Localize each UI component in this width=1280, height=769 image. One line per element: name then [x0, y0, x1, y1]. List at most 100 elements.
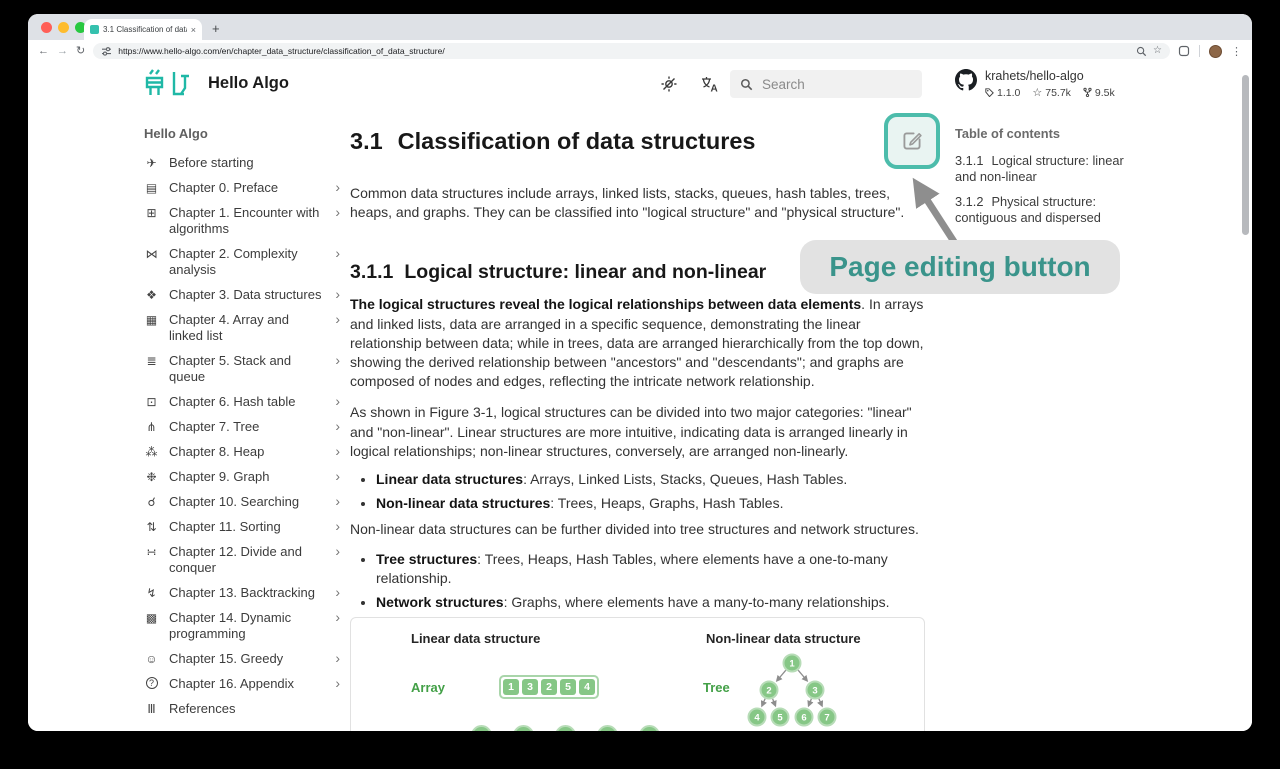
sidebar-nav: Hello Algo ✈Before starting▤Chapter 0. P… — [144, 126, 344, 722]
back-icon[interactable]: ← — [38, 46, 49, 57]
chevron-right-icon[interactable]: › — [335, 585, 344, 600]
nonlinear-division-paragraph: Non-linear data structures can be furthe… — [350, 520, 925, 539]
dp-icon: ▩ — [144, 610, 159, 626]
array-cell: 2 — [541, 679, 557, 695]
references-icon: Ⅲ — [144, 701, 159, 717]
sidebar-item-before-starting[interactable]: ✈ Before starting — [144, 151, 344, 176]
browser-tab[interactable]: 3.1 Classification of data stru × — [84, 19, 202, 40]
profile-avatar[interactable] — [1209, 45, 1222, 58]
sidebar-item-references[interactable]: ⅢReferences — [144, 697, 344, 722]
array-label: Array — [411, 680, 445, 695]
sidebar-item-chapter-2-complexity-analysis[interactable]: ⋈Chapter 2. Complexity analysis› — [144, 242, 344, 283]
sidebar-item-chapter-9-graph[interactable]: ❉Chapter 9. Graph› — [144, 465, 344, 490]
sidebar-item-chapter-10-searching[interactable]: ☌ Chapter 10. Searching › — [144, 490, 344, 515]
tune-icon[interactable] — [101, 46, 112, 57]
theme-toggle-icon[interactable] — [660, 75, 678, 93]
sidebar-item-label: Chapter 10. Searching — [169, 494, 325, 510]
chevron-right-icon[interactable]: › — [335, 353, 344, 368]
sidebar-item-chapter-15-greedy[interactable]: ☺Chapter 15. Greedy› — [144, 647, 344, 672]
translate-icon[interactable]: A — [700, 75, 719, 93]
browser-menu-icon[interactable]: ⋮ — [1231, 45, 1242, 58]
sidebar-item-chapter-11-sorting[interactable]: ⇅ Chapter 11. Sorting › — [144, 515, 344, 540]
chevron-right-icon[interactable]: › — [335, 519, 344, 534]
extensions-icon[interactable] — [1178, 45, 1190, 57]
svg-text:A: A — [711, 84, 718, 94]
rocket-icon: ✈ — [144, 155, 159, 171]
site-header: Hello Algo A — [28, 62, 1252, 106]
chevron-right-icon[interactable]: › — [335, 205, 344, 220]
array-cell: 3 — [522, 679, 538, 695]
toc-title: Table of contents — [955, 126, 1145, 141]
sidebar-item-label: Chapter 12. Divide and conquer — [169, 544, 325, 576]
page-scrollbar[interactable] — [1242, 75, 1249, 235]
bookmark-star-icon[interactable]: ☆ — [1153, 46, 1162, 56]
sidebar-item-label: Before starting — [169, 155, 344, 171]
browser-tab-strip: 3.1 Classification of data stru × + — [28, 14, 1252, 40]
chevron-right-icon[interactable]: › — [335, 469, 344, 484]
chevron-right-icon[interactable]: › — [335, 444, 344, 459]
linked-list-node — [555, 725, 576, 731]
sidebar-item-label: Chapter 4. Array and linked list — [169, 312, 325, 344]
address-bar[interactable]: https://www.hello-algo.com/en/chapter_da… — [93, 43, 1170, 59]
toc-item-3-1-2[interactable]: 3.1.2Physical structure: contiguous and … — [955, 194, 1145, 226]
greedy-icon: ☺ — [144, 651, 159, 667]
list-item: Linear data structures: Arrays, Linked L… — [376, 470, 925, 489]
repo-link[interactable]: krahets/hello-algo 1.1.0 ☆ 75.7k — [955, 69, 1115, 99]
hello-algo-logo[interactable] — [144, 68, 192, 98]
site-title[interactable]: Hello Algo — [208, 74, 289, 93]
forward-icon[interactable]: → — [57, 46, 68, 57]
sidebar-item-label: Chapter 3. Data structures — [169, 287, 325, 303]
sidebar-item-chapter-5-stack-and-queue[interactable]: ≣Chapter 5. Stack and queue› — [144, 349, 344, 390]
heap-icon: ⁂ — [144, 444, 159, 460]
logical-structure-paragraph: The logical structures reveal the logica… — [350, 295, 925, 391]
sidebar-item-chapter-7-tree[interactable]: ⋔Chapter 7. Tree› — [144, 415, 344, 440]
sidebar-item-chapter-1-encounter-with-algorithms[interactable]: ⊞Chapter 1. Encounter with algorithms› — [144, 201, 344, 242]
sidebar-item-chapter-8-heap[interactable]: ⁂Chapter 8. Heap› — [144, 440, 344, 465]
sidebar-item-chapter-0-preface[interactable]: ▤Chapter 0. Preface› — [144, 176, 344, 201]
array-cell: 1 — [503, 679, 519, 695]
chrome-actions: ⋮ — [1178, 45, 1242, 58]
sidebar-item-chapter-16-appendix[interactable]: ?Chapter 16. Appendix› — [144, 672, 344, 697]
sidebar-item-chapter-4-array-and-linked-list[interactable]: ▦Chapter 4. Array and linked list› — [144, 308, 344, 349]
chevron-right-icon[interactable]: › — [335, 180, 344, 195]
chevron-right-icon[interactable]: › — [335, 610, 344, 625]
sidebar-item-label: Chapter 11. Sorting — [169, 519, 325, 535]
chevron-right-icon[interactable]: › — [335, 419, 344, 434]
repo-stats: 1.1.0 ☆ 75.7k — [985, 86, 1115, 99]
svg-text:6: 6 — [801, 712, 806, 723]
sorting-icon: ⇅ — [144, 519, 159, 535]
toc-item-3-1-1[interactable]: 3.1.1Logical structure: linear and non-l… — [955, 153, 1145, 185]
linked-list-node — [471, 725, 492, 731]
page-edit-button[interactable] — [884, 113, 940, 169]
svg-text:3: 3 — [812, 685, 817, 696]
chevron-right-icon[interactable]: › — [335, 287, 344, 302]
sidebar-item-chapter-6-hash-table[interactable]: ⊡Chapter 6. Hash table› — [144, 390, 344, 415]
sidebar-item-chapter-14-dynamic-programming[interactable]: ▩Chapter 14. Dynamic programming› — [144, 606, 344, 647]
sidebar-item-chapter-12-divide-and-conquer[interactable]: ∺Chapter 12. Divide and conquer› — [144, 540, 344, 581]
reload-icon[interactable]: ↻ — [76, 46, 85, 57]
page-title: 3.1Classification of data structures — [350, 126, 925, 156]
chevron-right-icon[interactable]: › — [335, 544, 344, 559]
chevron-right-icon[interactable]: › — [335, 494, 344, 509]
sidebar-item-chapter-3-data-structures[interactable]: ❖Chapter 3. Data structures› — [144, 283, 344, 308]
sidebar-item-chapter-13-backtracking[interactable]: ↯Chapter 13. Backtracking› — [144, 581, 344, 606]
svg-text:7: 7 — [824, 712, 829, 723]
page-content: Hello Algo A — [28, 62, 1252, 731]
site-favicon — [90, 25, 99, 34]
chevron-right-icon[interactable]: › — [335, 676, 344, 691]
backtrack-icon: ↯ — [144, 585, 159, 601]
svg-text:4: 4 — [754, 712, 760, 723]
close-tab-icon[interactable]: × — [191, 25, 196, 35]
search-input[interactable]: Search — [730, 70, 922, 98]
chevron-right-icon[interactable]: › — [335, 246, 344, 261]
minimize-window-button[interactable] — [58, 22, 69, 33]
chevron-right-icon[interactable]: › — [335, 394, 344, 409]
chevron-right-icon[interactable]: › — [335, 651, 344, 666]
chevron-right-icon[interactable]: › — [335, 312, 344, 327]
table-of-contents: Table of contents 3.1.1Logical structure… — [955, 126, 1145, 235]
new-tab-button[interactable]: + — [212, 20, 220, 38]
zoom-icon[interactable] — [1136, 46, 1147, 57]
searching-icon: ☌ — [144, 494, 159, 510]
close-window-button[interactable] — [41, 22, 52, 33]
appendix-icon: ? — [146, 677, 158, 689]
